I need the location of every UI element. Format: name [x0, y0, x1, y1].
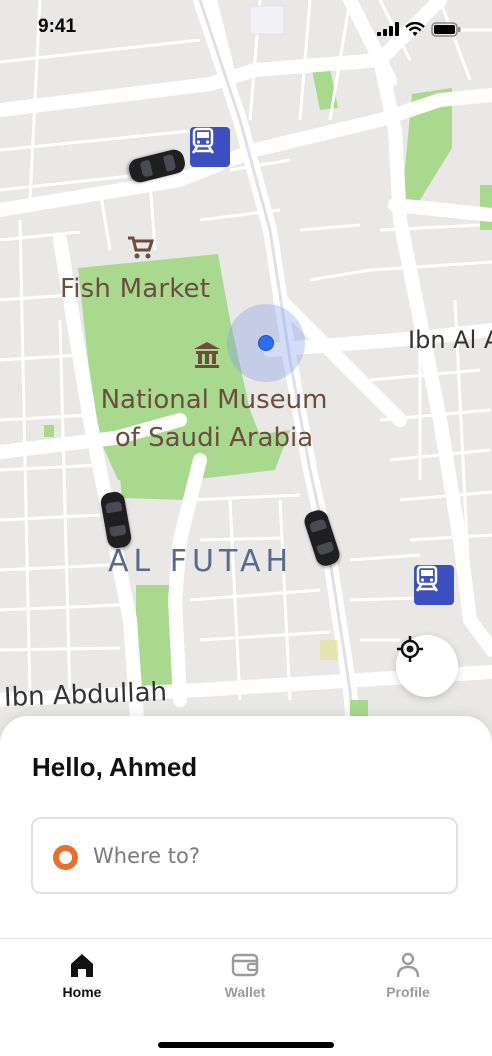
where-to-search[interactable] — [31, 817, 458, 894]
map-view[interactable]: Fish Market National Museum of Saudi Ara… — [0, 0, 492, 760]
locate-me-button[interactable] — [396, 635, 458, 697]
locate-me-icon — [397, 636, 423, 662]
map-label-museum[interactable]: National Museum of Saudi Arabia — [88, 381, 340, 457]
destination-pin-icon — [53, 845, 78, 870]
battery-icon — [431, 21, 461, 37]
home-indicator — [158, 1042, 334, 1048]
train-icon[interactable] — [190, 127, 230, 167]
train-icon[interactable] — [414, 565, 454, 605]
user-location-icon — [258, 335, 274, 351]
museum-label-line2: of Saudi Arabia — [114, 423, 314, 453]
museum-label-line1: National Museum — [100, 385, 328, 415]
profile-icon — [393, 950, 423, 980]
map-label-fish-market[interactable]: Fish Market — [60, 274, 210, 304]
home-icon — [67, 950, 97, 980]
signal-icon — [377, 22, 399, 36]
status-time: 9:41 — [38, 16, 77, 37]
wallet-icon — [230, 950, 260, 980]
tab-wallet[interactable]: Wallet — [195, 950, 295, 1000]
map-label-road-right: Ibn Al A — [408, 326, 492, 354]
tab-home-label: Home — [62, 984, 102, 1000]
tab-home[interactable]: Home — [32, 950, 132, 1000]
wifi-icon — [405, 21, 425, 36]
tab-profile-label: Profile — [386, 984, 430, 1000]
tab-profile[interactable]: Profile — [358, 950, 458, 1000]
tab-wallet-label: Wallet — [224, 984, 266, 1000]
map-label-district: AL FUTAH — [108, 544, 294, 579]
museum-icon[interactable] — [192, 340, 222, 370]
map-label-road-bottom: Ibn Abdullah — [3, 677, 168, 713]
search-input[interactable] — [93, 839, 433, 873]
greeting-title: Hello, Ahmed — [32, 752, 198, 782]
status-icons — [377, 19, 465, 39]
shopping-cart-icon[interactable] — [126, 235, 154, 261]
